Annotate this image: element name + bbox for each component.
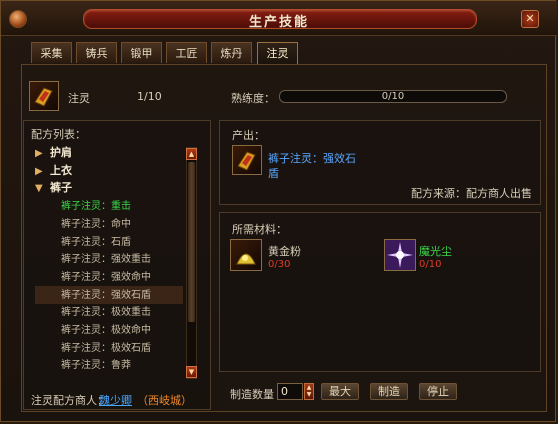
production-skill-window: 生产技能 ✕ 采集 铸兵 锻甲 工匠 炼丹 注灵 注灵 1/10 熟练度： 0/…	[0, 0, 557, 422]
recipe-category-label: 裤子	[50, 181, 72, 195]
merchant-label: 注灵配方商人：	[31, 394, 108, 407]
recipe-label: 裤子注灵：极效重击	[61, 307, 151, 319]
list-item[interactable]: 裤子注灵：极效石盾	[35, 339, 183, 357]
tab-craftsman[interactable]: 工匠	[166, 42, 207, 63]
list-item[interactable]: 裤子注灵：强效命中	[35, 268, 183, 286]
material-1-count: 0/30	[268, 259, 291, 270]
chevron-right-icon: ▶	[35, 165, 43, 177]
tab-alchemy[interactable]: 炼丹	[211, 42, 252, 63]
tab-infuse[interactable]: 注灵	[257, 42, 298, 65]
material-2-name: 魔光尘	[419, 245, 452, 258]
title-bar: 生产技能 ✕	[1, 1, 557, 36]
recipe-label: 裤子注灵：强效石盾	[61, 289, 151, 301]
chevron-down-icon: ▼	[35, 183, 43, 195]
recipe-category[interactable]: ▶ 上衣	[35, 162, 183, 180]
list-item[interactable]: 裤子注灵：命中	[35, 215, 183, 233]
tab-armorsmith[interactable]: 锻甲	[121, 42, 162, 63]
recipe-source: 配方来源：配方商人出售	[411, 187, 532, 200]
tab-weaponsmith[interactable]: 铸兵	[76, 42, 117, 63]
recipe-list-header: 配方列表：	[31, 128, 86, 141]
recipe-list: ▶ 护肩 ▶ 上衣 ▼ 裤子 裤子注灵：重击 裤子注灵：命中 裤子注灵：石盾 裤子注灵：强效重击裤…	[35, 144, 185, 384]
proficiency-bar: 0/10	[279, 90, 507, 103]
merchant-location: （西岐城）	[137, 394, 192, 407]
recipe-label: 裤子注灵：命中	[61, 218, 131, 230]
output-header: 产出：	[232, 129, 265, 142]
recipe-label: 裤子注灵：极效命中	[61, 325, 151, 336]
recipe-label: 裤子注灵：重击	[61, 201, 131, 213]
list-item[interactable]: 裤子注灵：石盾	[35, 233, 183, 251]
recipe-label: 裤子注灵：极效石盾	[61, 342, 151, 354]
stop-button[interactable]: 停止	[419, 383, 457, 400]
craft-quantity-input[interactable]: 0	[277, 383, 303, 400]
scroll-down-button[interactable]: ▼	[186, 366, 197, 378]
magic-dust-icon[interactable]	[384, 239, 416, 271]
close-button[interactable]: ✕	[521, 10, 539, 28]
list-item[interactable]: 裤子注灵：极效命中	[35, 321, 183, 339]
list-item[interactable]: 裤子注灵：鲁莽	[35, 356, 183, 374]
gold-powder-icon[interactable]	[230, 239, 262, 271]
max-button[interactable]: 最大	[321, 383, 359, 400]
recipe-label: 裤子注灵：强效重击	[61, 254, 151, 266]
skill-name: 注灵	[68, 92, 90, 105]
recipe-category[interactable]: ▶ 护肩	[35, 144, 183, 162]
craft-quantity-label: 制造数量	[230, 388, 274, 401]
recipe-category-label: 护肩	[50, 146, 72, 159]
output-item-icon[interactable]	[232, 145, 262, 175]
recipe-scrollbar[interactable]: ▲ ▼	[186, 147, 197, 379]
list-item[interactable]: 裤子注灵：极效重击	[35, 303, 183, 321]
list-item[interactable]: 裤子注灵：强效石盾	[35, 285, 183, 304]
tab-gather[interactable]: 采集	[31, 42, 72, 63]
recipe-label: 裤子注灵：强效命中	[61, 271, 151, 283]
material-1-name: 黄金粉	[268, 245, 301, 258]
recipe-label: 裤子注灵：石盾	[61, 236, 131, 248]
stepper-down-icon[interactable]: ▼	[305, 391, 313, 398]
materials-header: 所需材料：	[232, 223, 287, 236]
window-title: 生产技能	[248, 15, 309, 30]
craft-button[interactable]: 制造	[370, 383, 408, 400]
quantity-stepper[interactable]: ▲ ▼	[304, 383, 314, 400]
list-item[interactable]: 裤子注灵：重击	[35, 197, 183, 215]
recipe-category-label: 上衣	[50, 163, 72, 177]
list-item[interactable]: 裤子注灵：强效重击	[35, 250, 183, 268]
scroll-up-button[interactable]: ▲	[186, 148, 197, 160]
skill-level: 1/10	[137, 90, 162, 103]
recipe-category[interactable]: ▼ 裤子	[35, 179, 183, 197]
infuse-skill-icon	[29, 81, 59, 111]
recipe-label: 裤子注灵：鲁莽	[61, 360, 131, 372]
output-item-name-line1: 裤子注灵：强效石	[268, 152, 356, 165]
proficiency-label: 熟练度：	[231, 92, 275, 105]
chevron-right-icon: ▶	[35, 148, 43, 159]
merchant-name-link[interactable]: 魏少卿	[99, 392, 132, 408]
output-item-name-line2: 盾	[268, 167, 279, 180]
scroll-thumb[interactable]	[188, 162, 195, 322]
stepper-up-icon[interactable]: ▲	[305, 384, 313, 391]
material-2-count: 0/10	[419, 259, 442, 270]
proficiency-value: 0/10	[381, 91, 405, 102]
